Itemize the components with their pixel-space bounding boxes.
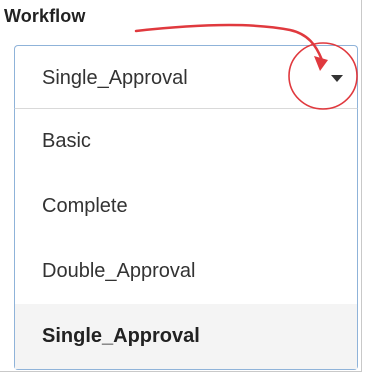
option-single-approval[interactable]: Single_Approval bbox=[15, 304, 357, 369]
caret-down-icon[interactable] bbox=[331, 75, 343, 82]
workflow-select[interactable]: Single_Approval bbox=[14, 45, 358, 108]
workflow-dropdown-menu: Basic Complete Double_Approval Single_Ap… bbox=[14, 108, 358, 370]
workflow-label: Workflow bbox=[4, 6, 86, 26]
select-current-value: Single_Approval bbox=[42, 67, 188, 89]
option-complete[interactable]: Complete bbox=[15, 174, 357, 239]
option-basic[interactable]: Basic bbox=[15, 109, 357, 174]
screenshot-page: Workflow Single_Approval Basic Complete … bbox=[0, 0, 365, 374]
option-double-approval[interactable]: Double_Approval bbox=[15, 239, 357, 304]
